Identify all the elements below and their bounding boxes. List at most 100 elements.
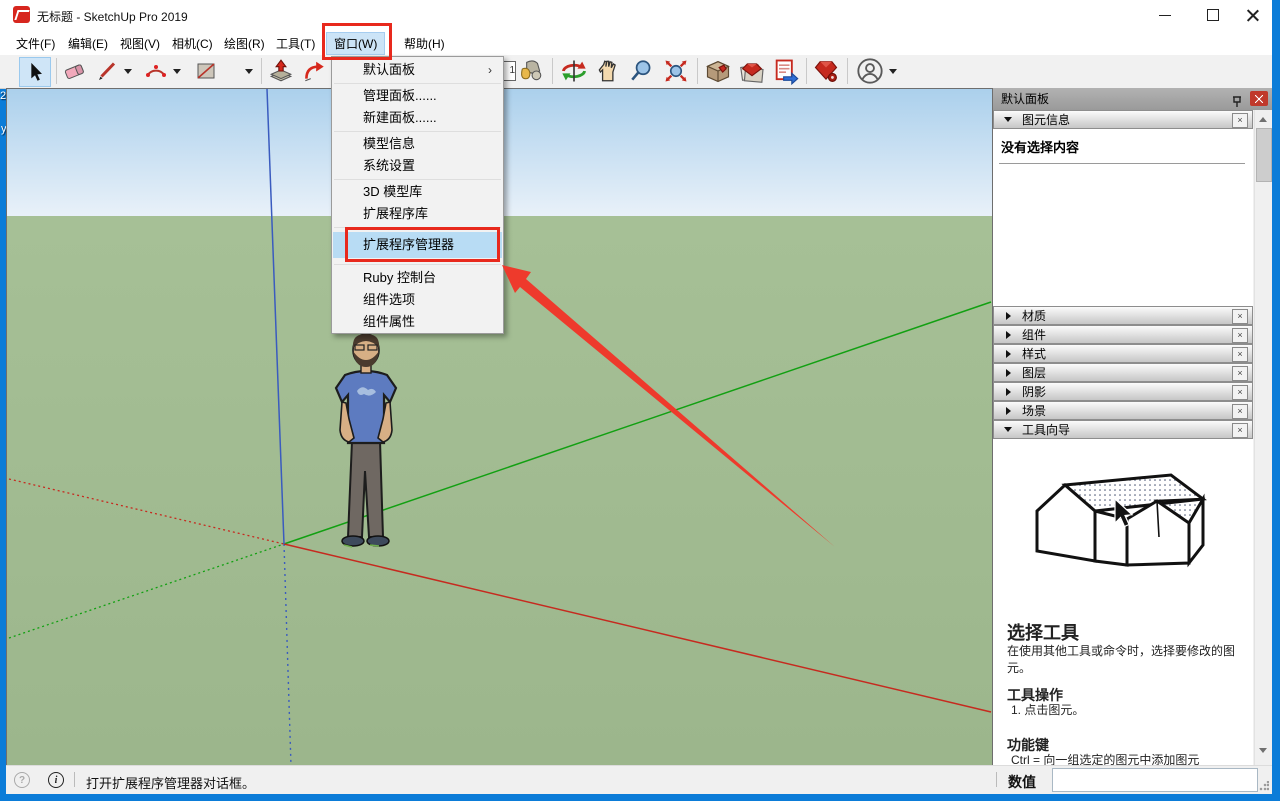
section-close-button[interactable]: ×: [1232, 347, 1248, 362]
menu-item-3d-warehouse[interactable]: 3D 模型库: [333, 181, 502, 203]
paint-bucket-icon: [518, 58, 544, 84]
rectangle-icon: [194, 59, 218, 83]
panel-scrollbar[interactable]: [1254, 110, 1272, 765]
menu-item-component-attributes[interactable]: 组件属性: [333, 311, 502, 333]
toolbar-separator: [56, 58, 57, 84]
select-tool-button[interactable]: [19, 57, 51, 87]
arc-icon: [144, 59, 168, 83]
shapes-dropdown-arrow[interactable]: [245, 69, 253, 74]
section-entity-info[interactable]: 图元信息 ×: [993, 110, 1253, 129]
zoom-tool-button[interactable]: [627, 57, 657, 85]
sign-in-avatar-button[interactable]: [855, 57, 885, 85]
minimize-button[interactable]: [1148, 4, 1182, 26]
zoom-extents-icon: [662, 57, 690, 85]
expand-arrow-icon: [1006, 369, 1011, 377]
3d-warehouse-icon: [704, 57, 732, 85]
extension-manager-button[interactable]: [811, 57, 841, 85]
scroll-up-icon[interactable]: [1259, 117, 1267, 122]
window-menu-popup: 默认面板› 管理面板...... 新建面板...... 模型信息 系统设置 3D…: [331, 56, 504, 334]
menu-file[interactable]: 文件(F): [8, 32, 63, 55]
menu-item-extension-warehouse[interactable]: 扩展程序库: [333, 203, 502, 225]
entity-info-content: 没有选择内容: [993, 129, 1253, 306]
instructor-content: 选择工具 在使用其他工具或命令时，选择要修改的图元。 工具操作 1. 点击图元。…: [993, 439, 1253, 765]
section-close-button[interactable]: ×: [1232, 385, 1248, 400]
zoom-extents-tool-button[interactable]: [661, 57, 691, 85]
geolocation-help-icon[interactable]: ?: [14, 772, 30, 788]
expand-arrow-icon: [1006, 350, 1011, 358]
divider: [999, 163, 1245, 164]
menu-item-default-tray[interactable]: 默认面板›: [333, 59, 502, 81]
close-button[interactable]: [1236, 4, 1270, 26]
menu-edit[interactable]: 编辑(E): [60, 32, 116, 55]
resize-grip[interactable]: [1259, 781, 1269, 791]
share-model-icon: [772, 57, 800, 85]
menu-tools[interactable]: 工具(T): [268, 32, 323, 55]
collapse-arrow-icon: [1004, 427, 1012, 432]
section-styles[interactable]: 样式 ×: [993, 344, 1253, 363]
section-shadows[interactable]: 阴影 ×: [993, 382, 1253, 401]
scroll-down-icon[interactable]: [1259, 748, 1267, 753]
section-label: 图层: [1022, 365, 1046, 382]
section-materials[interactable]: 材质 ×: [993, 306, 1253, 325]
tray-close-button[interactable]: [1250, 91, 1268, 106]
menu-bar: 文件(F) 编辑(E) 视图(V) 相机(C) 绘图(R) 工具(T) 窗口(W…: [0, 30, 1272, 55]
section-close-button[interactable]: ×: [1232, 328, 1248, 343]
menu-item-model-info[interactable]: 模型信息: [333, 133, 502, 155]
tray-header[interactable]: 默认面板: [993, 88, 1272, 110]
sign-in-dropdown-arrow[interactable]: [889, 69, 897, 74]
arc-dropdown-arrow[interactable]: [173, 69, 181, 74]
measurement-input[interactable]: [1052, 768, 1258, 792]
section-close-button[interactable]: ×: [1232, 366, 1248, 381]
menu-camera[interactable]: 相机(C): [164, 32, 221, 55]
section-instructor[interactable]: 工具向导 ×: [993, 420, 1253, 439]
follow-me-tool-button[interactable]: [299, 57, 329, 85]
menu-item-new-tray[interactable]: 新建面板......: [333, 107, 502, 129]
info-icon[interactable]: i: [48, 772, 64, 788]
measurement-label: 数值: [1008, 772, 1036, 792]
instructor-heading: 选择工具: [1007, 619, 1079, 645]
follow-me-icon: [301, 58, 327, 84]
line-dropdown-arrow[interactable]: [124, 69, 132, 74]
submenu-arrow-icon: ›: [488, 59, 492, 81]
section-label: 组件: [1022, 327, 1046, 344]
pan-tool-button[interactable]: [593, 57, 623, 85]
status-bar: ? i 打开扩展程序管理器对话框。 数值: [6, 765, 1272, 794]
section-close-button[interactable]: ×: [1232, 113, 1248, 128]
menu-item-component-options[interactable]: 组件选项: [333, 289, 502, 311]
toolbar-separator: [261, 58, 262, 84]
section-components[interactable]: 组件 ×: [993, 325, 1253, 344]
section-layers[interactable]: 图层 ×: [993, 363, 1253, 382]
orbit-icon: [560, 57, 588, 85]
section-scenes[interactable]: 场景 ×: [993, 401, 1253, 420]
menu-view[interactable]: 视图(V): [112, 32, 168, 55]
menu-item-manage-trays[interactable]: 管理面板......: [333, 85, 502, 107]
section-label: 场景: [1022, 403, 1046, 420]
section-close-button[interactable]: ×: [1232, 423, 1248, 438]
instructor-house-image: [1023, 453, 1223, 598]
section-close-button[interactable]: ×: [1232, 404, 1248, 419]
share-model-button[interactable]: [771, 57, 801, 85]
menu-help[interactable]: 帮助(H): [396, 32, 453, 55]
orbit-tool-button[interactable]: [559, 57, 589, 85]
toolbar: 1: [0, 55, 1272, 89]
scroll-thumb[interactable]: [1256, 128, 1272, 182]
line-tool-button[interactable]: [92, 57, 122, 85]
3d-warehouse-button[interactable]: [703, 57, 733, 85]
annotation-box-extension-manager: [345, 227, 500, 262]
arc-tool-button[interactable]: [141, 57, 171, 85]
eraser-tool-button[interactable]: [60, 57, 90, 85]
expand-arrow-icon: [1006, 331, 1011, 339]
shapes-tool-button[interactable]: [191, 57, 221, 85]
push-pull-tool-button[interactable]: [266, 57, 296, 85]
menu-item-ruby-console[interactable]: Ruby 控制台: [333, 267, 502, 289]
pin-icon[interactable]: [1232, 93, 1242, 105]
extension-warehouse-button[interactable]: [737, 57, 767, 85]
section-close-button[interactable]: ×: [1232, 309, 1248, 324]
menu-separator: [334, 83, 501, 84]
maximize-button[interactable]: [1196, 4, 1230, 26]
paint-bucket-tool-button[interactable]: [516, 57, 546, 85]
collapse-arrow-icon: [1004, 117, 1012, 122]
menu-draw[interactable]: 绘图(R): [216, 32, 273, 55]
menu-item-preferences[interactable]: 系统设置: [333, 155, 502, 177]
section-label: 材质: [1022, 308, 1046, 325]
